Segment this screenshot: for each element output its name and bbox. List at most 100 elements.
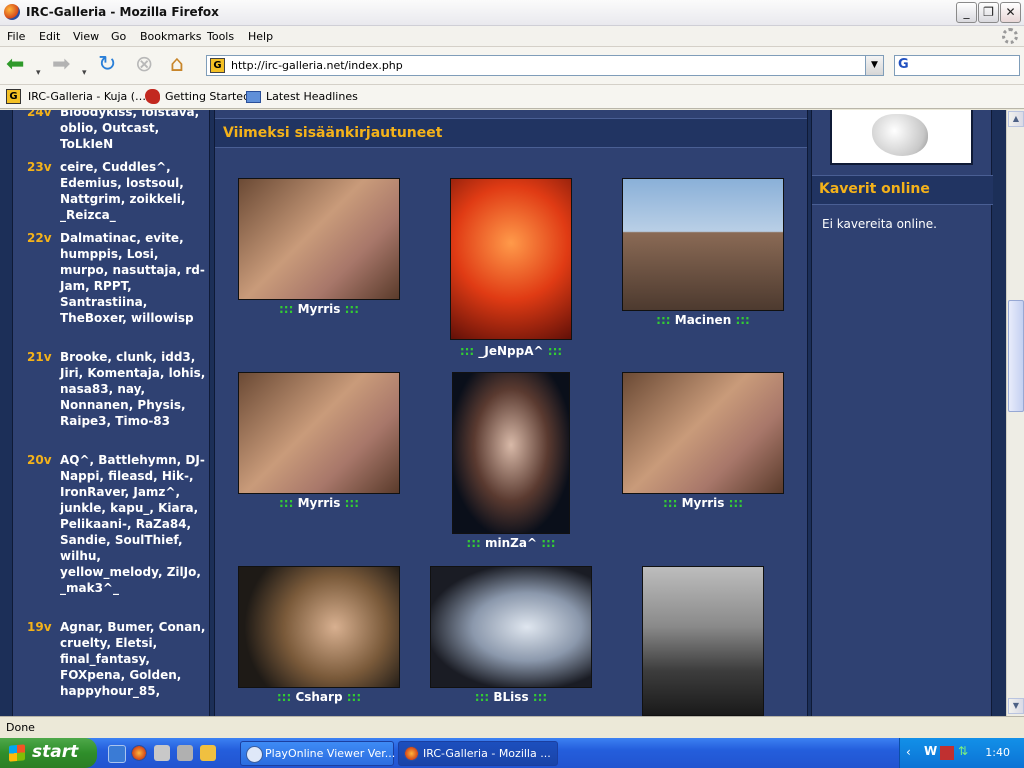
- title-bar: IRC-Galleria - Mozilla Firefox _ ❐ ✕: [0, 0, 1024, 26]
- age-label: 21v: [27, 350, 52, 364]
- bookmark-latest-headlines[interactable]: Latest Headlines: [266, 90, 358, 103]
- user-photo[interactable]: [238, 372, 400, 494]
- drive-icon[interactable]: [154, 745, 170, 761]
- tray-app-icon[interactable]: [940, 746, 954, 760]
- user-names[interactable]: Agnar, Bumer, Conan, cruelty, Eletsi, fi…: [60, 619, 207, 699]
- bookmark-getting-started[interactable]: Getting Started: [165, 90, 250, 103]
- user-photo[interactable]: [622, 178, 784, 311]
- google-search-icon[interactable]: G: [898, 57, 909, 72]
- scroll-down-icon[interactable]: ▼: [1008, 698, 1024, 714]
- menu-go[interactable]: Go: [111, 30, 126, 43]
- username-label[interactable]: Macinen: [675, 313, 732, 327]
- folder-icon: [246, 91, 261, 103]
- menu-view[interactable]: View: [73, 30, 99, 43]
- online-users-sidebar: 24v Bloodykiss, loistava, oblio, Outcast…: [12, 110, 210, 716]
- bookmark-irc-galleria[interactable]: IRC-Galleria - Kuja (…: [28, 90, 146, 103]
- friends-online-title: Kaverit online: [819, 181, 930, 197]
- own-avatar[interactable]: [830, 110, 973, 165]
- user-names[interactable]: Brooke, clunk, idd3, Jiri, Komentaja, lo…: [60, 349, 207, 429]
- user-photo[interactable]: [430, 566, 592, 688]
- windows-taskbar: start PlayOnline Viewer Ver... IRC-Galle…: [0, 738, 1024, 768]
- tool-icon[interactable]: [200, 745, 216, 761]
- user-names[interactable]: Bloodykiss, loistava, oblio, Outcast, To…: [60, 110, 207, 152]
- menu-bar: File Edit View Go Bookmarks Tools Help: [0, 26, 1024, 47]
- back-dropdown-icon[interactable]: ▾: [36, 61, 41, 85]
- age-group: 19v Agnar, Bumer, Conan, cruelty, Eletsi…: [27, 619, 207, 699]
- age-label: 24v: [27, 110, 52, 119]
- search-input[interactable]: G: [894, 55, 1020, 76]
- clock: 1:40: [985, 746, 1010, 759]
- username-label[interactable]: Csharp: [295, 690, 342, 704]
- galleria-icon: G: [6, 89, 21, 104]
- url-text[interactable]: http://irc-galleria.net/index.php: [231, 59, 403, 72]
- stop-icon[interactable]: ⊗: [135, 53, 153, 77]
- firefox-icon: [4, 4, 20, 20]
- throbber-icon: [1002, 28, 1018, 44]
- username-label[interactable]: minZa^: [485, 536, 537, 550]
- home-icon[interactable]: ⌂: [170, 53, 184, 77]
- w-tray-icon[interactable]: W: [924, 744, 937, 758]
- back-arrow-icon[interactable]: ⬅: [6, 53, 24, 77]
- system-tray: ‹ W ⇅ 1:40: [899, 738, 1024, 768]
- user-names[interactable]: Dalmatinac, evite, humppis, Losi, murpo,…: [60, 230, 207, 326]
- user-names[interactable]: ceire, Cuddles^, Edemius, lostsoul, Natt…: [60, 159, 207, 223]
- menu-bookmarks[interactable]: Bookmarks: [140, 30, 201, 43]
- close-button[interactable]: ✕: [1000, 2, 1021, 23]
- user-caption[interactable]: ::: Csharp :::: [224, 690, 414, 704]
- firefox-task-icon: [404, 746, 419, 761]
- ie-icon[interactable]: [108, 745, 126, 763]
- restore-button[interactable]: ❐: [978, 2, 999, 23]
- user-photo[interactable]: [452, 372, 570, 534]
- user-caption[interactable]: ::: _JeNppA^ :::: [416, 344, 606, 358]
- username-label[interactable]: Myrris: [298, 496, 341, 510]
- user-caption[interactable]: ::: minZa^ :::: [416, 536, 606, 550]
- vertical-scrollbar[interactable]: ▲ ▼: [1006, 110, 1024, 716]
- url-dropdown-icon[interactable]: ▼: [865, 56, 883, 75]
- forward-dropdown-icon[interactable]: ▾: [82, 61, 87, 85]
- user-caption[interactable]: ::: Myrris :::: [224, 302, 414, 316]
- reload-icon[interactable]: ↻: [98, 53, 116, 77]
- user-photo[interactable]: [622, 372, 784, 494]
- user-caption[interactable]: ::: Myrris :::: [608, 496, 798, 510]
- avatar-image: [872, 114, 928, 156]
- no-friends-online-text: Ei kavereita online.: [822, 217, 937, 231]
- age-label: 22v: [27, 231, 52, 245]
- firefox-quicklaunch-icon[interactable]: [131, 745, 147, 761]
- drive-icon[interactable]: [177, 745, 193, 761]
- forward-arrow-icon[interactable]: ➡: [52, 53, 70, 77]
- page-content: 24v Bloodykiss, loistava, oblio, Outcast…: [0, 110, 1006, 716]
- username-label[interactable]: _JeNppA^: [478, 344, 543, 358]
- section-title: Viimeksi sisäänkirjautuneet: [223, 125, 443, 141]
- age-group: 22v Dalmatinac, evite, humppis, Losi, mu…: [27, 230, 207, 326]
- address-bar[interactable]: G http://irc-galleria.net/index.php ▼: [206, 55, 884, 76]
- user-photo[interactable]: [238, 178, 400, 300]
- menu-file[interactable]: File: [7, 30, 25, 43]
- network-icon[interactable]: ⇅: [958, 744, 968, 758]
- tray-collapse-icon[interactable]: ‹: [906, 745, 911, 759]
- firefox-bookmark-icon: [145, 89, 160, 104]
- menu-help[interactable]: Help: [248, 30, 273, 43]
- username-label[interactable]: Myrris: [682, 496, 725, 510]
- playonline-icon: [246, 746, 263, 763]
- menu-edit[interactable]: Edit: [39, 30, 60, 43]
- status-bar: Done: [0, 716, 1024, 738]
- friends-online-header: Kaverit online: [812, 175, 993, 205]
- age-label: 23v: [27, 160, 52, 174]
- user-photo[interactable]: [238, 566, 400, 688]
- user-caption[interactable]: ::: BLiss :::: [416, 690, 606, 704]
- user-names[interactable]: AQ^, Battlehymn, DJ-Nappi, fileasd, Hik-…: [60, 452, 207, 596]
- scroll-up-icon[interactable]: ▲: [1008, 111, 1024, 127]
- minimize-button[interactable]: _: [956, 2, 977, 23]
- user-photo[interactable]: [450, 178, 572, 340]
- user-photo[interactable]: [642, 566, 764, 716]
- username-label[interactable]: Myrris: [298, 302, 341, 316]
- task-playonline[interactable]: PlayOnline Viewer Ver...: [240, 741, 395, 766]
- start-button[interactable]: start: [0, 738, 97, 768]
- username-label[interactable]: BLiss: [493, 690, 528, 704]
- task-firefox[interactable]: IRC-Galleria - Mozilla ...: [398, 741, 558, 766]
- user-caption[interactable]: ::: Myrris :::: [224, 496, 414, 510]
- scroll-thumb[interactable]: [1008, 300, 1024, 412]
- user-caption[interactable]: ::: Macinen :::: [608, 313, 798, 327]
- menu-tools[interactable]: Tools: [207, 30, 234, 43]
- navigation-toolbar: ⬅ ▾ ➡ ▾ ↻ ⊗ ⌂ G http://irc-galleria.net/…: [0, 47, 1024, 85]
